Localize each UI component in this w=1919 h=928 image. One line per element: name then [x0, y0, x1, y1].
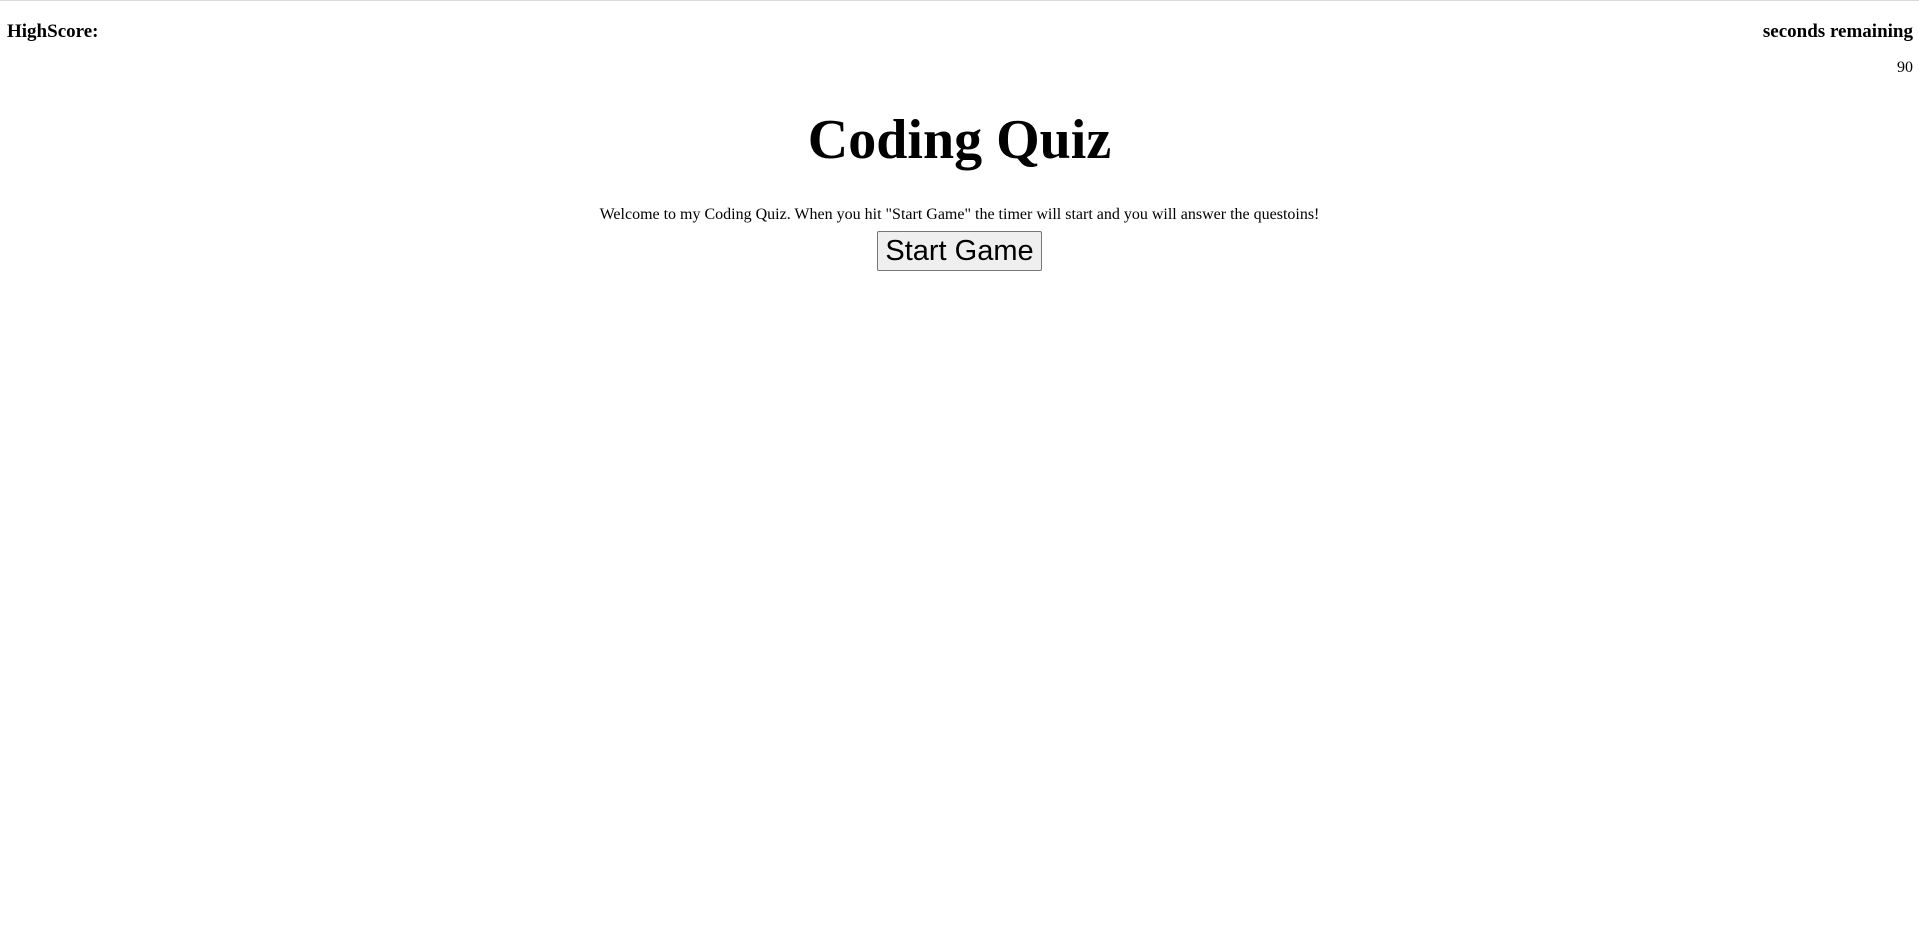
welcome-text: Welcome to my Coding Quiz. When you hit … [599, 206, 1320, 223]
quiz-intro: Coding Quiz Welcome to my Coding Quiz. W… [0, 108, 1919, 271]
highscore-label: HighScore: [7, 21, 99, 42]
timer-value: 90 [1897, 59, 1913, 76]
timer-label: seconds remaining [1762, 21, 1913, 42]
top-divider [0, 0, 1919, 1]
start-game-button[interactable]: Start Game [877, 231, 1042, 271]
page-title: Coding Quiz [807, 109, 1112, 171]
timer: seconds remaining 90 [1763, 20, 1913, 78]
